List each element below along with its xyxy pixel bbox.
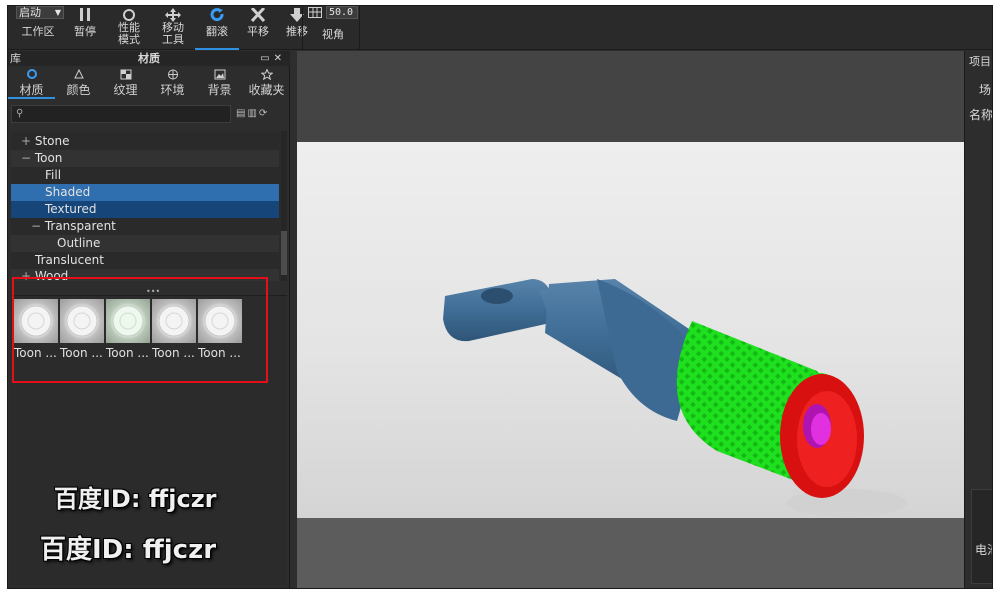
project-item-label: 电池 <box>975 543 992 557</box>
expand-icon[interactable]: + <box>21 133 31 150</box>
library-panel-header: 库 材质 ▭✕ <box>8 51 290 66</box>
app-window: 启动 ▼ 工作区 暂停 性能 模式 移动 工具 翻滚 平移 推移 50.0 视角… <box>7 5 993 589</box>
rotate-icon <box>210 8 224 22</box>
tree-item-transparent[interactable]: − Transparent <box>11 218 279 235</box>
tab-label: 颜色 <box>66 83 91 97</box>
tree-item-label: Outline <box>57 236 101 250</box>
tab-label: 收藏夹 <box>248 83 285 97</box>
tree-item-label: Fill <box>45 168 62 182</box>
search-tools: ▤▥⟳ <box>236 108 269 119</box>
tumble-button[interactable]: 翻滚 <box>195 6 239 50</box>
tree-item-label: Shaded <box>45 185 91 199</box>
library-panel: 库 材质 ▭✕ 材质 颜色 纹理 环境 背景 收藏夹 ⚲ ▤▥⟳ + Stone… <box>8 51 290 588</box>
search-icon: ⚲ <box>16 108 24 119</box>
highlight-annotation <box>12 277 268 383</box>
tree-item-translucent[interactable]: Translucent <box>11 252 279 269</box>
refresh-icon[interactable]: ⟳ <box>259 108 269 119</box>
tree-item-label: Transparent <box>44 219 116 233</box>
workspace-label: 工作区 <box>21 25 55 38</box>
move-tool-button[interactable]: 移动 工具 <box>151 6 195 50</box>
tab-environment[interactable]: 环境 <box>149 67 196 99</box>
tumble-label: 翻滚 <box>206 25 228 38</box>
tab-texture[interactable]: 纹理 <box>102 67 149 99</box>
tab-material[interactable]: 材质 <box>8 67 55 99</box>
tab-favorites[interactable]: 收藏夹 <box>243 67 290 99</box>
fov-icon <box>308 7 322 18</box>
library-title: 库 <box>10 52 21 65</box>
tree-item-fill[interactable]: Fill <box>11 167 279 184</box>
folder-up-icon[interactable]: ▥ <box>247 108 258 119</box>
name-label: 名称 <box>969 108 993 122</box>
tab-label: 背景 <box>207 83 232 97</box>
project-item-box[interactable] <box>971 489 992 584</box>
flashlight-model <box>443 279 907 517</box>
tree-item-outline[interactable]: Outline <box>11 235 279 252</box>
project-panel: 项目 场 名称 电池 <box>964 51 993 588</box>
watermark: 百度ID: ffjczr <box>40 535 217 565</box>
tree-item-label: Textured <box>45 202 97 216</box>
library-search-input[interactable]: ⚲ <box>11 105 231 123</box>
background-icon <box>214 69 225 80</box>
dolly-label: 推移 <box>286 25 308 38</box>
favorites-icon <box>260 69 273 80</box>
tree-scrollbar[interactable] <box>281 131 287 281</box>
library-tabs: 材质 颜色 纹理 环境 背景 收藏夹 <box>8 67 290 99</box>
collapse-icon[interactable]: − <box>21 150 31 167</box>
toolbar-divider <box>302 6 303 50</box>
tab-color[interactable]: 颜色 <box>55 67 102 99</box>
tree-item-toon[interactable]: − Toon <box>11 150 279 167</box>
library-subtitle: 材质 <box>138 52 160 65</box>
tab-label: 环境 <box>160 83 185 97</box>
pause-icon <box>80 8 90 21</box>
material-icon <box>26 69 37 79</box>
scrollbar-thumb[interactable] <box>281 231 287 275</box>
environment-icon <box>167 69 178 80</box>
panel-window-controls[interactable]: ▭✕ <box>260 51 286 66</box>
gauge-icon <box>123 9 135 21</box>
pause-label: 暂停 <box>74 25 96 38</box>
fov-input[interactable]: 50.0 <box>326 6 358 19</box>
pan-button[interactable]: 平移 <box>239 6 277 50</box>
folder-icon[interactable]: ▤ <box>236 108 247 119</box>
tree-item-label: Translucent <box>35 253 104 267</box>
tab-background[interactable]: 背景 <box>196 67 243 99</box>
tree-item-stone[interactable]: + Stone <box>11 133 279 150</box>
pan-label: 平移 <box>247 25 269 38</box>
move-icon <box>165 8 181 22</box>
pan-icon <box>250 8 266 22</box>
move-tool-label: 移动 工具 <box>162 21 184 46</box>
tree-item-shaded[interactable]: Shaded <box>11 184 279 201</box>
tab-label: 纹理 <box>113 83 138 97</box>
tree-item-label: Toon <box>34 151 63 165</box>
collapse-icon[interactable]: − <box>31 218 41 235</box>
workspace-button[interactable]: 工作区 <box>13 6 63 50</box>
watermark: 百度ID: ffjczr <box>54 485 217 513</box>
toolbar: 启动 ▼ 工作区 暂停 性能 模式 移动 工具 翻滚 平移 推移 50.0 视角 <box>8 6 992 50</box>
toolbar-divider <box>359 6 360 50</box>
pause-button[interactable]: 暂停 <box>63 6 107 50</box>
view-angle-label: 视角 <box>322 28 344 41</box>
scene-tab[interactable]: 场 <box>979 81 991 98</box>
color-icon <box>73 69 84 79</box>
tree-item-label: Stone <box>34 134 70 148</box>
project-title: 项目 <box>969 55 991 68</box>
tab-label: 材质 <box>19 83 44 97</box>
material-tree: + Stone − Toon Fill Shaded Textured − Tr… <box>11 131 287 281</box>
tree-item-textured[interactable]: Textured <box>11 201 279 218</box>
performance-mode-button[interactable]: 性能 模式 <box>107 6 151 50</box>
texture-icon <box>120 69 131 80</box>
3d-viewport[interactable] <box>297 51 964 588</box>
performance-mode-label: 性能 模式 <box>118 21 140 46</box>
